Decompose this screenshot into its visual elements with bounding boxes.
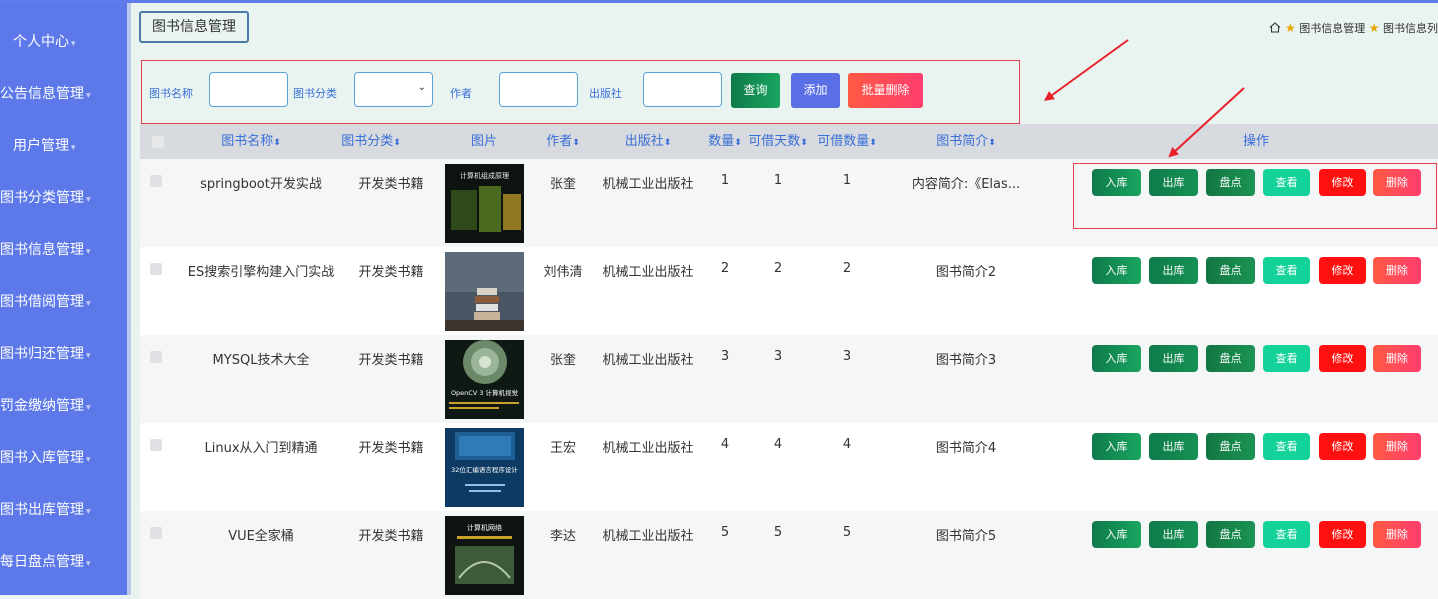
annotation-arrows <box>1043 39 1245 158</box>
annotation-arrow <box>1168 87 1245 158</box>
annotation-arrow <box>1043 39 1129 101</box>
